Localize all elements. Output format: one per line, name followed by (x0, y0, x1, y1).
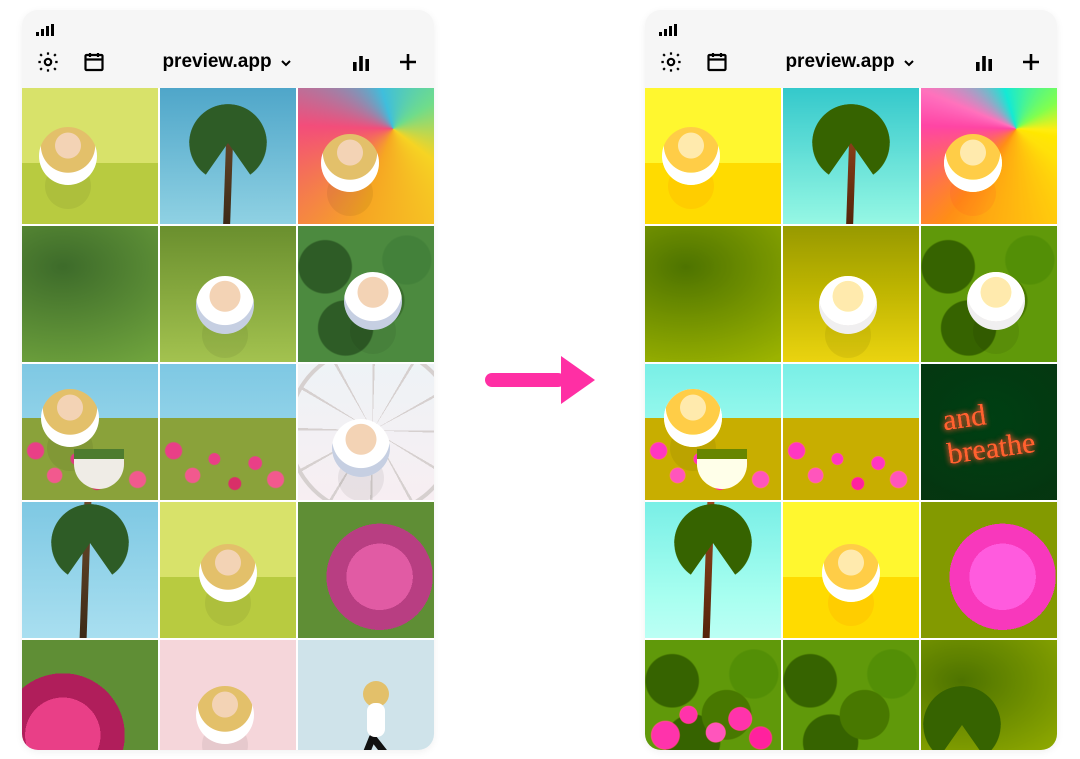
bar-chart-icon[interactable] (973, 50, 997, 74)
grid-cell[interactable] (783, 502, 919, 638)
grid-cell[interactable] (22, 640, 158, 750)
grid-cell[interactable] (783, 88, 919, 224)
grid-cell[interactable] (921, 226, 1057, 362)
grid-cell[interactable] (160, 364, 296, 500)
grid-cell[interactable] (645, 226, 781, 362)
account-switcher[interactable]: preview.app (162, 51, 293, 73)
phone-after: preview.app and b (645, 10, 1057, 750)
grid-cell[interactable] (645, 364, 781, 500)
gear-icon[interactable] (659, 50, 683, 74)
signal-icon (659, 24, 677, 36)
grid-cell[interactable] (22, 88, 158, 224)
grid-cell[interactable] (921, 88, 1057, 224)
grid-cell[interactable] (160, 502, 296, 638)
chevron-down-icon (901, 55, 917, 71)
status-bar (22, 10, 434, 36)
plus-icon[interactable] (396, 50, 420, 74)
grid-cell[interactable] (22, 502, 158, 638)
grid-cell[interactable] (22, 226, 158, 362)
app-header: preview.app (645, 36, 1057, 88)
grid-cell[interactable] (921, 502, 1057, 638)
grid-cell[interactable] (298, 88, 434, 224)
grid-cell[interactable] (645, 502, 781, 638)
grid-cell[interactable] (298, 502, 434, 638)
grid-cell[interactable] (160, 640, 296, 750)
chevron-down-icon (278, 55, 294, 71)
bar-chart-icon[interactable] (350, 50, 374, 74)
grid-cell[interactable] (298, 364, 434, 500)
gear-icon[interactable] (36, 50, 60, 74)
grid-cell[interactable] (298, 226, 434, 362)
grid-cell[interactable] (783, 226, 919, 362)
plus-icon[interactable] (1019, 50, 1043, 74)
signal-icon (36, 24, 54, 36)
app-title: preview.app (785, 51, 894, 73)
grid-cell[interactable] (22, 364, 158, 500)
phone-before: preview.app (22, 10, 434, 750)
app-title: preview.app (162, 51, 271, 73)
grid-cell[interactable] (160, 226, 296, 362)
grid-cell[interactable] (783, 364, 919, 500)
grid-cell[interactable] (645, 88, 781, 224)
grid-cell[interactable] (298, 640, 434, 750)
grid-cell[interactable] (921, 640, 1057, 750)
grid-cell[interactable] (645, 640, 781, 750)
status-bar (645, 10, 1057, 36)
app-header: preview.app (22, 36, 434, 88)
calendar-icon[interactable] (705, 50, 729, 74)
neon-text: and breathe (941, 392, 1038, 472)
arrow-icon (485, 360, 595, 400)
grid-cell[interactable] (783, 640, 919, 750)
feed-grid (22, 88, 434, 750)
calendar-icon[interactable] (82, 50, 106, 74)
grid-cell[interactable] (160, 88, 296, 224)
feed-grid: and breathe (645, 88, 1057, 750)
account-switcher[interactable]: preview.app (785, 51, 916, 73)
grid-cell[interactable]: and breathe (921, 364, 1057, 500)
